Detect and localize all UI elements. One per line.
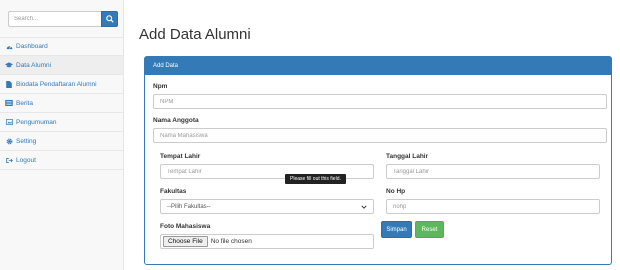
sidebar-item-pengumuman[interactable]: Pengumuman (0, 113, 123, 132)
validation-tooltip: Please fill out this field. (285, 174, 346, 184)
sidebar-item-label: Setting (16, 137, 37, 145)
sidebar-item-dashboard[interactable]: Dashboard (0, 37, 123, 56)
chevron-down-icon (361, 205, 367, 209)
npm-label: Npm (153, 83, 168, 90)
sidebar-item-berita[interactable]: Berita (0, 94, 123, 113)
npm-input[interactable] (153, 94, 607, 109)
sidebar-nav: Dashboard Data Alumni Biodata Pendaftara… (0, 37, 123, 170)
fakultas-selected-value: --Pilih Fakultas-- (167, 203, 211, 210)
foto-mahasiswa-label: Foto Mahasiswa (160, 223, 211, 230)
page-title: Add Data Alumni (139, 26, 251, 43)
nama-anggota-input[interactable] (153, 128, 607, 143)
foto-mahasiswa-file-input[interactable]: Choose File No file chosen (160, 234, 374, 249)
image-icon (5, 118, 13, 126)
gear-icon (5, 137, 13, 145)
sidebar-item-data-alumni[interactable]: Data Alumni (0, 56, 123, 75)
sidebar-item-label: Biodata Pendaftaran Alumni (16, 80, 97, 88)
sidebar-item-label: Berita (16, 99, 33, 107)
choose-file-button[interactable]: Choose File (163, 236, 208, 247)
panel-heading: Add Data (145, 57, 611, 75)
tanggal-lahir-label: Tanggal Lahir (386, 153, 429, 160)
fakultas-select[interactable]: --Pilih Fakultas-- (160, 199, 374, 214)
sidebar-item-biodata[interactable]: Biodata Pendaftaran Alumni (0, 75, 123, 94)
newspaper-icon (5, 99, 13, 107)
sign-out-icon (5, 156, 13, 164)
file-status: No file chosen (210, 238, 252, 245)
sidebar: Dashboard Data Alumni Biodata Pendaftara… (0, 0, 124, 270)
graduation-cap-icon (5, 61, 13, 69)
search-input[interactable] (8, 11, 101, 27)
sidebar-item-label: Data Alumni (16, 61, 52, 69)
search-icon (105, 15, 114, 23)
sidebar-item-label: Logout (16, 156, 36, 164)
simpan-button[interactable]: Simpan (381, 221, 412, 238)
no-hp-input[interactable] (386, 199, 600, 214)
no-hp-label: No Hp (386, 188, 406, 195)
sidebar-item-logout[interactable]: Logout (0, 151, 123, 170)
search-group (8, 11, 118, 27)
sidebar-item-label: Dashboard (16, 43, 48, 50)
search-button[interactable] (101, 11, 118, 27)
nama-anggota-label: Nama Anggota (153, 117, 199, 124)
file-icon (5, 80, 13, 88)
reset-button[interactable]: Reset (415, 221, 444, 238)
fakultas-label: Fakultas (160, 188, 187, 195)
sidebar-item-label: Pengumuman (16, 118, 57, 126)
sidebar-item-setting[interactable]: Setting (0, 132, 123, 151)
tanggal-lahir-input[interactable] (386, 164, 600, 179)
dashboard-icon (5, 43, 13, 51)
tempat-lahir-label: Tempat Lahir (160, 153, 201, 160)
